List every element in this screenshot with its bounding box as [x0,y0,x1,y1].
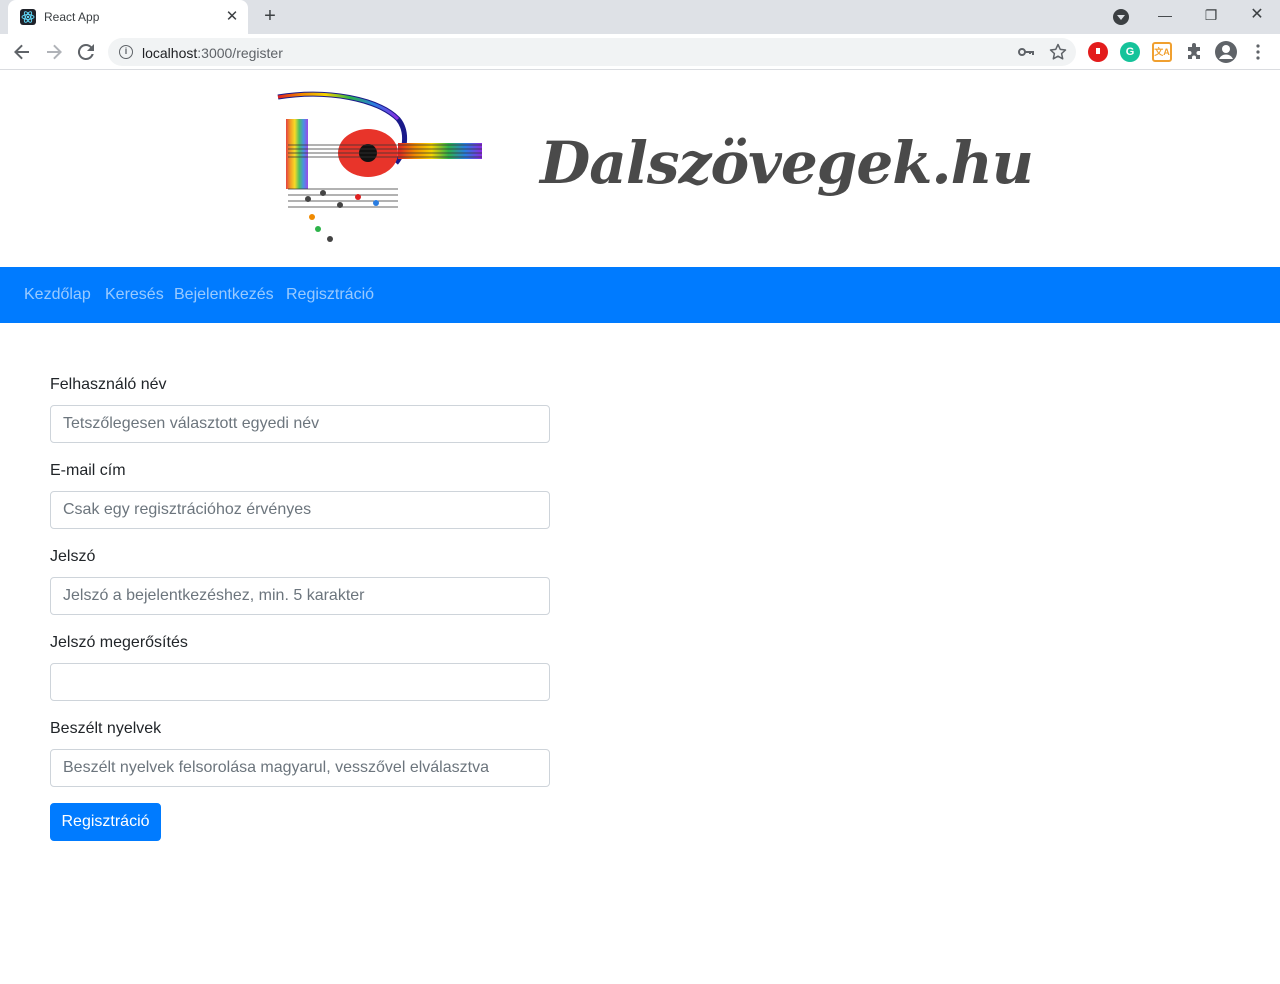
browser-toolbar: i localhost:3000/register G 文A [0,34,1280,70]
languages-label: Beszélt nyelvek [50,720,162,737]
tab-title: React App [44,10,100,24]
password-confirm-label: Jelszó megerősítés [50,634,188,651]
password-confirm-input[interactable] [50,663,550,701]
more-vert-icon[interactable] [1248,42,1268,62]
grammarly-icon[interactable]: G [1120,42,1140,62]
password-input[interactable] [50,577,550,615]
nav-link-login[interactable]: Bejelentkezés [174,286,274,304]
address-bar[interactable]: i localhost:3000/register [108,38,1076,66]
key-icon[interactable] [1016,42,1036,62]
languages-input[interactable] [50,749,550,787]
react-icon [20,9,36,25]
username-label: Felhasználó név [50,376,167,393]
main-navbar: Kezdőlap Keresés Bejelentkezés Regisztrá… [0,267,1280,323]
username-input[interactable] [50,405,550,443]
puzzle-icon[interactable] [1184,42,1204,62]
browser-tab-bar: React App ✕ + — ❐ ✕ [0,0,1280,34]
close-tab-icon[interactable]: ✕ [222,7,242,27]
browser-tab[interactable]: React App ✕ [8,0,248,34]
nav-link-search[interactable]: Keresés [105,286,164,304]
guitar-logo-image [268,89,498,259]
nav-link-register[interactable]: Regisztráció [286,286,374,304]
translate-extension-icon[interactable]: 文A [1152,42,1172,62]
reload-icon[interactable] [74,40,98,64]
star-icon[interactable] [1048,42,1068,62]
email-input[interactable] [50,491,550,529]
url-text[interactable]: localhost:3000/register [142,45,283,61]
email-label: E-mail cím [50,462,126,479]
password-label: Jelszó [50,548,96,565]
window-close-button[interactable]: ✕ [1245,4,1269,26]
nav-link-home[interactable]: Kezdőlap [24,286,91,304]
info-icon[interactable]: i [119,45,133,59]
register-submit-button[interactable]: Regisztráció [50,803,161,841]
restore-button[interactable]: ❐ [1199,4,1223,26]
minimize-button[interactable]: — [1153,4,1177,26]
new-tab-button[interactable]: + [259,5,281,27]
tab-search-icon[interactable] [1113,9,1129,25]
arrow-left-icon[interactable] [10,40,34,64]
adblock-icon[interactable] [1088,42,1108,62]
site-header: Dalszövegek.hu [0,71,1280,267]
profile-icon[interactable] [1214,40,1238,64]
arrow-right-icon[interactable] [42,40,66,64]
site-logo-text: Dalszövegek.hu [540,129,1034,197]
